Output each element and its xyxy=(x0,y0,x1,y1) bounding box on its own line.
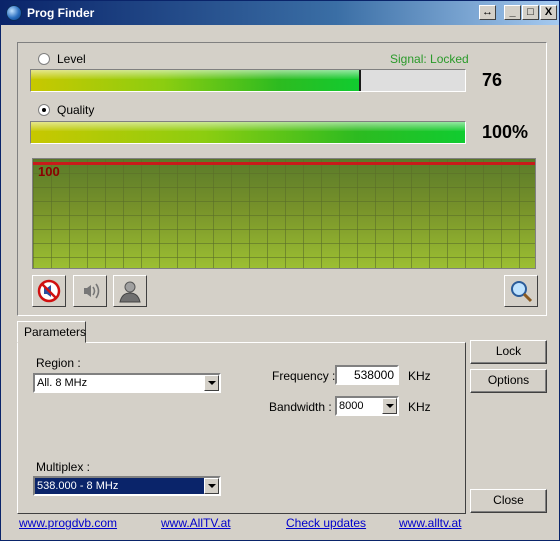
bandwidth-value: 8000 xyxy=(339,400,364,412)
multiplex-value: 538.000 - 8 MHz xyxy=(37,480,119,492)
user-icon xyxy=(119,281,141,303)
quality-bar xyxy=(30,121,466,144)
lock-button[interactable]: Lock xyxy=(470,340,547,364)
chevron-down-icon[interactable] xyxy=(204,478,219,494)
frequency-input[interactable]: 538000 xyxy=(335,365,399,385)
multiplex-label: Multiplex : xyxy=(36,460,91,474)
minimize-button[interactable]: _ xyxy=(504,5,521,20)
restore-size-button[interactable]: ↔ xyxy=(479,5,496,20)
level-radio[interactable] xyxy=(38,53,50,65)
link-check-updates[interactable]: Check updates xyxy=(286,516,366,530)
multiplex-select[interactable]: 538.000 - 8 MHz xyxy=(33,476,221,496)
level-label: Level xyxy=(57,52,86,66)
quality-radio[interactable] xyxy=(38,104,50,116)
link-progdvb[interactable]: www.progdvb.com xyxy=(19,516,117,530)
link-alltv-upper[interactable]: www.AllTV.at xyxy=(161,516,231,530)
frequency-unit: KHz xyxy=(408,369,431,383)
quality-value: 100% xyxy=(482,122,529,142)
options-button[interactable]: Options xyxy=(470,369,547,393)
level-bar xyxy=(30,69,466,92)
window-title: Prog Finder xyxy=(27,6,95,20)
title-bar[interactable]: Prog Finder ↔ _ □ X xyxy=(1,1,559,25)
quality-bar-fill xyxy=(31,122,465,143)
graph-signal-line xyxy=(33,162,535,165)
level-value: 76 xyxy=(482,70,503,90)
quality-label: Quality xyxy=(57,103,95,117)
graph-value-label: 100 xyxy=(38,164,60,179)
bandwidth-select[interactable]: 8000 xyxy=(335,396,399,416)
close-button[interactable]: Close xyxy=(470,489,547,513)
chevron-down-icon[interactable] xyxy=(382,398,397,414)
app-globe-icon xyxy=(6,5,22,21)
level-bar-marker xyxy=(358,70,361,91)
signal-status: Signal: Locked xyxy=(390,52,469,66)
signal-graph: 100 xyxy=(32,158,536,269)
search-button[interactable] xyxy=(504,275,538,307)
region-label: Region : xyxy=(36,356,81,370)
link-alltv-lower[interactable]: www.alltv.at xyxy=(399,516,461,530)
search-icon xyxy=(511,281,533,303)
frequency-label: Frequency : xyxy=(272,369,336,383)
level-bar-fill xyxy=(31,70,361,91)
bandwidth-unit: KHz xyxy=(408,400,431,414)
region-value: All. 8 MHz xyxy=(37,377,88,389)
prog-finder-window: Prog Finder ↔ _ □ X Level Signal: Locked… xyxy=(0,0,560,541)
graph-grid xyxy=(33,159,535,268)
chevron-down-icon[interactable] xyxy=(204,375,219,391)
parameters-panel: Region : All. 8 MHz Frequency : 538000 K… xyxy=(17,342,466,514)
region-select[interactable]: All. 8 MHz xyxy=(33,373,221,393)
audio-button[interactable] xyxy=(73,275,107,307)
mute-button[interactable] xyxy=(32,275,66,307)
user-button[interactable] xyxy=(113,275,147,307)
sound-icon xyxy=(84,283,100,299)
maximize-button[interactable]: □ xyxy=(522,5,539,20)
tab-parameters[interactable]: Parameters xyxy=(17,321,86,343)
signal-panel: Level Signal: Locked 76 Quality 100% 100 xyxy=(17,42,547,316)
mute-icon xyxy=(37,279,61,303)
bandwidth-label: Bandwidth : xyxy=(269,400,332,414)
close-window-button[interactable]: X xyxy=(540,5,557,20)
